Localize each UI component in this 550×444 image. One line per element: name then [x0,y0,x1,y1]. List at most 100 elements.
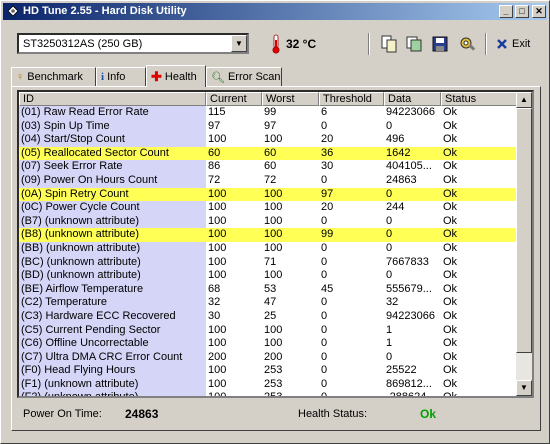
cell-worst: 100 [264,201,283,214]
table-row[interactable]: (B8) (unknown attribute) 100 100 99 0 Ok [19,228,520,242]
cell-worst: 25 [264,309,277,322]
cell-data: 244 [386,201,405,214]
health-status-label: Health Status: [298,408,368,420]
smart-attributes-table[interactable]: ID Current Worst Threshold Data Status (… [17,90,534,398]
maximize-button[interactable]: □ [515,5,529,18]
scroll-down-icon[interactable]: ▼ [516,380,532,396]
cell-status: Ok [443,323,458,336]
cell-status: Ok [443,391,458,398]
column-header-status[interactable]: Status [441,92,520,106]
options-icon[interactable] [457,34,477,54]
table-row[interactable]: (0C) Power Cycle Count 100 100 20 244 Ok [19,201,520,215]
power-on-time-value: 24863 [125,407,159,421]
cell-id: (0C) Power Cycle Count [19,201,206,215]
table-row[interactable]: (BC) (unknown attribute) 100 71 0 7667833 Ok [19,255,520,270]
copy-screenshot-icon[interactable] [404,34,424,54]
cell-data: 7667833 [386,255,429,268]
toolbar-separator [485,33,487,55]
minimize-button[interactable]: _ [499,5,513,18]
power-on-time-label: Power On Time: [23,408,102,420]
scroll-up-icon[interactable]: ▲ [516,92,532,108]
drive-select[interactable]: ST3250312AS (250 GB) ▼ [17,33,249,54]
cell-current: 68 [208,282,221,295]
cell-threshold: 45 [321,282,334,295]
cell-worst: 100 [264,323,283,336]
table-row[interactable]: (03) Spin Up Time 97 97 0 0 Ok [19,119,520,134]
tab-health[interactable]: ✚ Health [146,65,206,87]
table-row[interactable]: (C3) Hardware ECC Recovered 30 25 0 94223066… [19,309,520,324]
column-header-worst[interactable]: Worst [262,92,319,106]
cell-status: Ok [443,296,458,309]
table-row[interactable]: (F0) Head Flying Hours 100 253 0 25522 Ok [19,364,520,378]
cell-threshold: 0 [321,241,328,254]
column-header-threshold[interactable]: Threshold [319,92,384,106]
cell-id: (F1) (unknown attribute) [19,377,206,392]
table-row[interactable]: (BD) (unknown attribute) 100 100 0 0 Ok [19,269,520,283]
cell-current: 72 [208,173,221,186]
table-row[interactable]: (C5) Current Pending Sector 100 100 0 1 Ok [19,323,520,338]
title-bar[interactable]: HD Tune 2.55 - Hard Disk Utility _ □ ✕ [3,3,547,20]
table-row[interactable]: (05) Reallocated Sector Count 60 60 36 1642 O… [19,146,520,161]
cell-id: (0A) Spin Retry Count [19,187,206,202]
cell-data: 496 [386,133,405,146]
tab-error-scan[interactable]: 🔍︎ Error Scan [206,67,282,86]
tab-info[interactable]: i Info [96,67,146,86]
cell-id: (BE) Airflow Temperature [19,282,206,297]
scrollbar-thumb[interactable] [516,108,532,353]
table-row[interactable]: (01) Raw Read Error Rate 115 99 6 94223066 Ok [19,106,520,120]
cell-id: (F0) Head Flying Hours [19,364,206,378]
cell-worst: 53 [264,282,277,295]
cell-worst: 72 [264,173,277,186]
window-title: HD Tune 2.55 - Hard Disk Utility [23,5,187,17]
cell-id: (03) Spin Up Time [19,119,206,134]
cell-worst: 253 [264,391,283,398]
table-row[interactable]: (04) Start/Stop Count 100 100 20 496 Ok [19,133,520,147]
tab-info-label: Info [107,71,126,83]
table-row[interactable]: (F1) (unknown attribute) 100 253 0 869812...… [19,377,520,392]
cell-data: 94223066 [386,106,435,118]
tab-benchmark[interactable]: ♀ Benchmark [11,67,96,86]
cell-id: (B7) (unknown attribute) [19,214,206,229]
column-header-current[interactable]: Current [206,92,262,106]
cell-id: (C6) Offline Uncorrectable [19,337,206,351]
benchmark-icon: ♀ [16,71,25,83]
close-button[interactable]: ✕ [532,5,546,18]
cell-status: Ok [443,364,458,377]
cell-status: Ok [443,119,458,132]
table-row[interactable]: (C2) Temperature 32 47 0 32 Ok [19,296,520,310]
chevron-down-icon[interactable]: ▼ [231,35,247,52]
cell-data: 0 [386,214,393,227]
table-row[interactable]: (B7) (unknown attribute) 100 100 0 0 Ok [19,214,520,229]
copy-info-icon[interactable] [379,34,399,54]
table-row[interactable]: (07) Seek Error Rate 86 60 30 404105... Ok [19,160,520,174]
save-icon[interactable] [430,34,450,54]
table-row[interactable]: (0A) Spin Retry Count 100 100 97 0 Ok [19,187,520,202]
cell-worst: 47 [264,296,277,309]
cell-worst: 60 [264,160,277,173]
table-row[interactable]: (09) Power On Hours Count 72 72 0 24863 Ok [19,173,520,188]
exit-button[interactable]: Exit [496,36,530,52]
cell-worst: 100 [262,228,319,242]
cell-status: Ok [443,106,458,118]
cell-data: 404105... [386,160,432,173]
cell-worst: 100 [264,241,283,254]
cell-data: 24863 [386,173,417,186]
table-row[interactable]: (F2) (unknown attribute) 100 253 0 -288624..… [19,391,520,398]
cell-id: (F2) (unknown attribute) [19,391,206,396]
table-row[interactable]: (C6) Offline Uncorrectable 100 100 0 1 Ok [19,337,520,351]
cell-threshold: 0 [321,377,328,390]
column-header-data[interactable]: Data [384,92,441,106]
tab-error-scan-label: Error Scan [227,71,281,83]
cell-data: 0 [386,119,393,132]
cell-data: 1 [386,337,393,350]
hdtune-window: HD Tune 2.55 - Hard Disk Utility _ □ ✕ S… [0,0,550,444]
cell-worst: 200 [264,350,283,363]
cell-current: 97 [208,119,221,132]
column-header-id[interactable]: ID [19,92,206,106]
vertical-scrollbar[interactable]: ▲ ▼ [516,92,532,396]
table-row[interactable]: (BE) Airflow Temperature 68 53 45 555679... O… [19,282,520,297]
table-row[interactable]: (BB) (unknown attribute) 100 100 0 0 Ok [19,241,520,256]
exit-icon [497,39,507,49]
table-row[interactable]: (C7) Ultra DMA CRC Error Count 200 200 0 0 Ok [19,350,520,365]
cell-status: Ok [441,187,520,202]
